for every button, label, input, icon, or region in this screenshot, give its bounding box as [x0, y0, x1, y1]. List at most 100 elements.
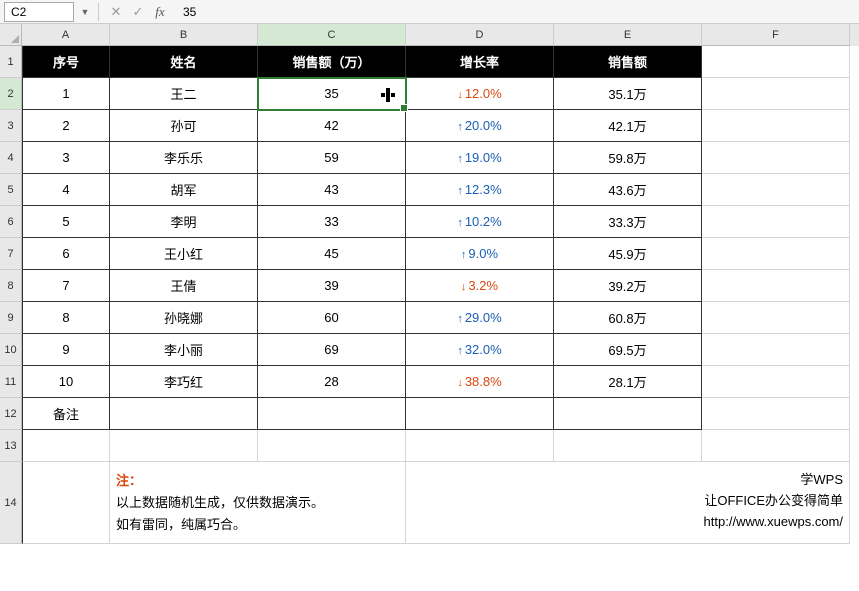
cell-sales-10[interactable]: 28 [258, 366, 406, 398]
cell-name-8[interactable]: 孙晓娜 [110, 302, 258, 334]
cell-growth-5[interactable]: ↑10.2% [406, 206, 554, 238]
cell-name-5[interactable]: 李明 [110, 206, 258, 238]
cell-growth-9[interactable]: ↑32.0% [406, 334, 554, 366]
cell-C13[interactable] [258, 430, 406, 462]
cell-C12[interactable] [258, 398, 406, 430]
cell-E13[interactable] [554, 430, 702, 462]
cell-F12[interactable] [702, 398, 850, 430]
cell-growth-1[interactable]: ↓12.0% [406, 78, 554, 110]
cell-sales2-1[interactable]: 35.1万 [554, 78, 702, 110]
cell-F9[interactable] [702, 302, 850, 334]
cell-sales-6[interactable]: 45 [258, 238, 406, 270]
cell-sales2-8[interactable]: 60.8万 [554, 302, 702, 334]
select-all-corner[interactable] [0, 24, 22, 46]
cell-seq-2[interactable]: 2 [22, 110, 110, 142]
row-header-13[interactable]: 13 [0, 430, 22, 462]
cell-A14[interactable] [22, 462, 110, 544]
cell-seq-8[interactable]: 8 [22, 302, 110, 334]
cell-B13[interactable] [110, 430, 258, 462]
row-header-8[interactable]: 8 [0, 270, 22, 302]
row-header-7[interactable]: 7 [0, 238, 22, 270]
cell-sales-4[interactable]: 43 [258, 174, 406, 206]
cell-F7[interactable] [702, 238, 850, 270]
cell-name-3[interactable]: 李乐乐 [110, 142, 258, 174]
cell-F3[interactable] [702, 110, 850, 142]
row-header-14[interactable]: 14 [0, 462, 22, 544]
confirm-icon[interactable]: ✓ [127, 2, 149, 22]
cell-sales-5[interactable]: 33 [258, 206, 406, 238]
cell-name-6[interactable]: 王小红 [110, 238, 258, 270]
col-header-F[interactable]: F [702, 24, 850, 46]
cell-seq-9[interactable]: 9 [22, 334, 110, 366]
cell-seq-7[interactable]: 7 [22, 270, 110, 302]
cell-seq-1[interactable]: 1 [22, 78, 110, 110]
row-header-4[interactable]: 4 [0, 142, 22, 174]
cell-seq-5[interactable]: 5 [22, 206, 110, 238]
cell-F6[interactable] [702, 206, 850, 238]
cell-F13[interactable] [702, 430, 850, 462]
col-header-C[interactable]: C [258, 24, 406, 46]
cell-A13[interactable] [22, 430, 110, 462]
cell-sales-3[interactable]: 59 [258, 142, 406, 174]
cell-F5[interactable] [702, 174, 850, 206]
cell-E12[interactable] [554, 398, 702, 430]
row-header-11[interactable]: 11 [0, 366, 22, 398]
cell-sales-9[interactable]: 69 [258, 334, 406, 366]
cell-D13[interactable] [406, 430, 554, 462]
cell-F2[interactable] [702, 78, 850, 110]
cell-name-10[interactable]: 李巧红 [110, 366, 258, 398]
name-box[interactable]: C2 [4, 2, 74, 22]
cell-sales-7[interactable]: 39 [258, 270, 406, 302]
cell-F8[interactable] [702, 270, 850, 302]
row-header-2[interactable]: 2 [0, 78, 22, 110]
cell-D12[interactable] [406, 398, 554, 430]
cell-remark-label[interactable]: 备注 [22, 398, 110, 430]
row-header-5[interactable]: 5 [0, 174, 22, 206]
col-header-B[interactable]: B [110, 24, 258, 46]
row-header-10[interactable]: 10 [0, 334, 22, 366]
cell-sales2-7[interactable]: 39.2万 [554, 270, 702, 302]
formula-input[interactable] [179, 2, 859, 22]
cell-B12[interactable] [110, 398, 258, 430]
cell-sales2-6[interactable]: 45.9万 [554, 238, 702, 270]
cell-sales2-2[interactable]: 42.1万 [554, 110, 702, 142]
cell-growth-2[interactable]: ↑20.0% [406, 110, 554, 142]
cell-seq-6[interactable]: 6 [22, 238, 110, 270]
cell-sales-1[interactable]: 35 [258, 78, 406, 110]
cell-name-7[interactable]: 王倩 [110, 270, 258, 302]
row-header-12[interactable]: 12 [0, 398, 22, 430]
name-box-dropdown-icon[interactable]: ▼ [78, 7, 92, 17]
cell-sales2-3[interactable]: 59.8万 [554, 142, 702, 174]
cell-sales2-10[interactable]: 28.1万 [554, 366, 702, 398]
cell-sales2-5[interactable]: 33.3万 [554, 206, 702, 238]
cell-F4[interactable] [702, 142, 850, 174]
row-header-1[interactable]: 1 [0, 46, 22, 78]
cell-growth-4[interactable]: ↑12.3% [406, 174, 554, 206]
row-header-3[interactable]: 3 [0, 110, 22, 142]
cell-growth-3[interactable]: ↑19.0% [406, 142, 554, 174]
cell-name-4[interactable]: 胡军 [110, 174, 258, 206]
cell-seq-4[interactable]: 4 [22, 174, 110, 206]
cell-name-1[interactable]: 王二 [110, 78, 258, 110]
cell-name-9[interactable]: 李小丽 [110, 334, 258, 366]
col-header-A[interactable]: A [22, 24, 110, 46]
cell-F10[interactable] [702, 334, 850, 366]
fx-icon[interactable]: fx [149, 2, 171, 22]
cell-sales-8[interactable]: 60 [258, 302, 406, 334]
cell-name-2[interactable]: 孙可 [110, 110, 258, 142]
cell-sales-2[interactable]: 42 [258, 110, 406, 142]
col-header-E[interactable]: E [554, 24, 702, 46]
row-header-6[interactable]: 6 [0, 206, 22, 238]
cell-seq-3[interactable]: 3 [22, 142, 110, 174]
cell-sales2-9[interactable]: 69.5万 [554, 334, 702, 366]
cell-F11[interactable] [702, 366, 850, 398]
cell-sales2-4[interactable]: 43.6万 [554, 174, 702, 206]
cell-growth-10[interactable]: ↓38.8% [406, 366, 554, 398]
cell-growth-6[interactable]: ↑9.0% [406, 238, 554, 270]
cancel-icon[interactable]: ✕ [105, 2, 127, 22]
cell-F1[interactable] [702, 46, 850, 78]
col-header-D[interactable]: D [406, 24, 554, 46]
cell-seq-10[interactable]: 10 [22, 366, 110, 398]
cell-growth-7[interactable]: ↓3.2% [406, 270, 554, 302]
row-header-9[interactable]: 9 [0, 302, 22, 334]
